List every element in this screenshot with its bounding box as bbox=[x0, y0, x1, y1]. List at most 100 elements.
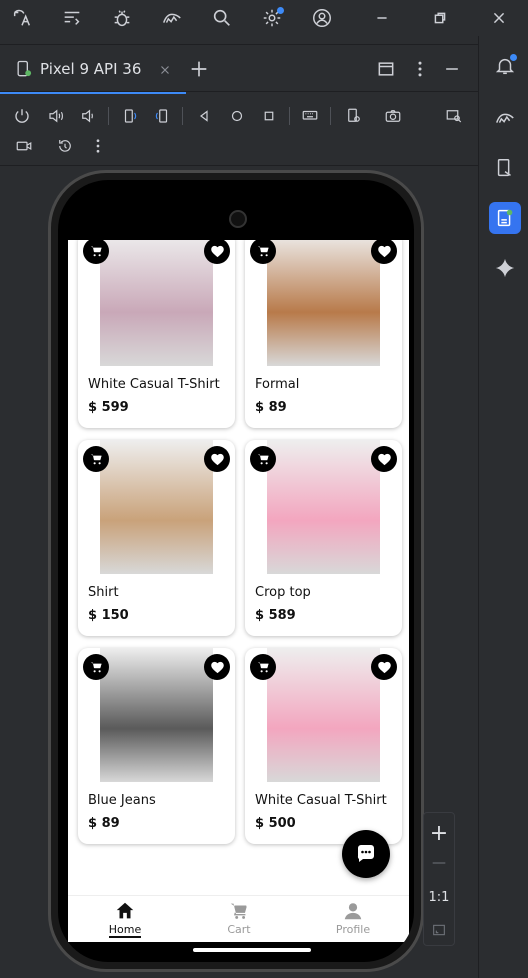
settings-gear-icon[interactable] bbox=[258, 4, 286, 32]
minimize-icon[interactable] bbox=[368, 4, 396, 32]
tab-label: Pixel 9 API 36 bbox=[40, 60, 142, 78]
nav-cart[interactable]: Cart bbox=[199, 900, 279, 942]
screen-search-icon[interactable] bbox=[442, 104, 466, 128]
overview-square-icon[interactable] bbox=[257, 104, 281, 128]
heart-icon bbox=[377, 660, 392, 675]
snapshot-history-icon[interactable] bbox=[53, 134, 77, 158]
product-price: $ 589 bbox=[255, 608, 296, 623]
separator bbox=[289, 107, 290, 125]
separator bbox=[108, 107, 109, 125]
android-studio-window: Pixel 9 API 36 White Casual T-Shirt $ 59… bbox=[0, 0, 528, 978]
search-icon[interactable] bbox=[208, 4, 236, 32]
product-card[interactable]: White Casual T-Shirt $ 599 bbox=[78, 240, 235, 428]
zoom-out-button[interactable]: — bbox=[424, 849, 454, 877]
favorite-button[interactable] bbox=[371, 654, 397, 680]
device-controls-toolbar bbox=[0, 96, 478, 166]
back-icon[interactable] bbox=[192, 104, 216, 128]
debug-icon[interactable] bbox=[108, 4, 136, 32]
nav-home[interactable]: Home bbox=[85, 900, 165, 942]
cart-icon bbox=[89, 244, 104, 259]
right-tool-rail bbox=[478, 36, 528, 978]
add-to-cart-button[interactable] bbox=[83, 446, 109, 472]
running-devices-tab-row: Pixel 9 API 36 bbox=[0, 44, 478, 94]
nav-cart-label: Cart bbox=[227, 923, 251, 936]
add-to-cart-button[interactable] bbox=[250, 446, 276, 472]
favorite-button[interactable] bbox=[204, 446, 230, 472]
product-card[interactable]: Formal $ 89 bbox=[245, 240, 402, 428]
nav-profile[interactable]: Profile bbox=[313, 900, 393, 942]
chat-bubble-icon bbox=[357, 845, 374, 862]
notifications-bell-icon[interactable] bbox=[489, 50, 521, 82]
profiler-icon[interactable] bbox=[158, 4, 186, 32]
fit-screen-icon[interactable] bbox=[424, 917, 454, 943]
zoom-in-button[interactable]: + bbox=[424, 817, 454, 849]
separator bbox=[330, 107, 331, 125]
camera-icon[interactable] bbox=[381, 104, 405, 128]
zoom-ratio-button[interactable]: 1:1 bbox=[424, 883, 454, 911]
product-card[interactable]: Shirt $ 150 bbox=[78, 440, 235, 636]
gradle-icon[interactable] bbox=[489, 102, 521, 134]
hide-panel-icon[interactable] bbox=[442, 59, 462, 79]
product-card[interactable]: Crop top $ 589 bbox=[245, 440, 402, 636]
cart-icon bbox=[230, 903, 247, 919]
more-device-options-icon[interactable] bbox=[86, 134, 110, 158]
translate-icon[interactable] bbox=[8, 4, 36, 32]
heart-icon bbox=[377, 452, 392, 467]
product-image[interactable] bbox=[100, 648, 213, 782]
rotate-right-icon[interactable] bbox=[150, 104, 174, 128]
record-video-icon[interactable] bbox=[12, 134, 36, 158]
volume-up-icon[interactable] bbox=[44, 104, 68, 128]
product-name: Formal bbox=[255, 377, 300, 392]
close-icon[interactable] bbox=[485, 4, 513, 32]
gemini-sparkle-icon[interactable] bbox=[489, 252, 521, 284]
favorite-button[interactable] bbox=[204, 240, 230, 264]
product-name: White Casual T-Shirt bbox=[88, 377, 220, 392]
heart-icon bbox=[210, 452, 225, 467]
home-icon bbox=[116, 902, 134, 919]
home-circle-icon[interactable] bbox=[225, 104, 249, 128]
product-name: White Casual T-Shirt bbox=[255, 793, 387, 808]
product-image[interactable] bbox=[267, 648, 380, 782]
device-bezel: White Casual T-Shirt $ 599 Formal $ 89 Shirt… bbox=[58, 180, 414, 962]
rotate-left-icon[interactable] bbox=[118, 104, 142, 128]
device-manager-icon[interactable] bbox=[489, 152, 521, 184]
add-to-cart-button[interactable] bbox=[250, 654, 276, 680]
product-card[interactable]: Blue Jeans $ 89 bbox=[78, 648, 235, 844]
favorite-button[interactable] bbox=[371, 446, 397, 472]
product-image[interactable] bbox=[267, 240, 380, 366]
product-image[interactable] bbox=[267, 440, 380, 574]
power-icon[interactable] bbox=[10, 104, 34, 128]
more-options-icon[interactable] bbox=[410, 59, 430, 79]
update-badge bbox=[277, 7, 284, 14]
cart-icon bbox=[256, 452, 271, 467]
keyboard-icon[interactable] bbox=[298, 104, 322, 128]
favorite-button[interactable] bbox=[204, 654, 230, 680]
cart-icon bbox=[89, 660, 104, 675]
tab-pixel-9-api-36[interactable]: Pixel 9 API 36 bbox=[0, 45, 186, 94]
account-icon[interactable] bbox=[308, 4, 336, 32]
app-screen: White Casual T-Shirt $ 599 Formal $ 89 Shirt… bbox=[68, 240, 409, 942]
chat-fab[interactable] bbox=[342, 830, 390, 878]
front-camera bbox=[229, 210, 247, 228]
restore-icon[interactable] bbox=[426, 4, 454, 32]
close-tab-icon[interactable] bbox=[158, 63, 172, 77]
cart-icon bbox=[89, 452, 104, 467]
volume-down-icon[interactable] bbox=[76, 104, 100, 128]
running-devices-icon[interactable] bbox=[489, 202, 521, 234]
format-icon[interactable] bbox=[58, 4, 86, 32]
heart-icon bbox=[377, 244, 392, 259]
product-card[interactable]: White Casual T-Shirt $ 500 bbox=[245, 648, 402, 844]
product-image[interactable] bbox=[100, 440, 213, 574]
product-image[interactable] bbox=[100, 240, 213, 366]
add-to-cart-button[interactable] bbox=[83, 654, 109, 680]
device-frame: White Casual T-Shirt $ 599 Formal $ 89 Shirt… bbox=[48, 170, 424, 972]
cart-icon bbox=[256, 244, 271, 259]
device-settings-icon[interactable] bbox=[342, 104, 366, 128]
add-device-icon[interactable] bbox=[188, 58, 210, 80]
window-layout-icon[interactable] bbox=[376, 59, 396, 79]
product-price: $ 500 bbox=[255, 816, 296, 831]
gesture-bar bbox=[193, 948, 311, 952]
favorite-button[interactable] bbox=[371, 240, 397, 264]
product-price: $ 150 bbox=[88, 608, 129, 623]
person-icon bbox=[344, 903, 362, 920]
